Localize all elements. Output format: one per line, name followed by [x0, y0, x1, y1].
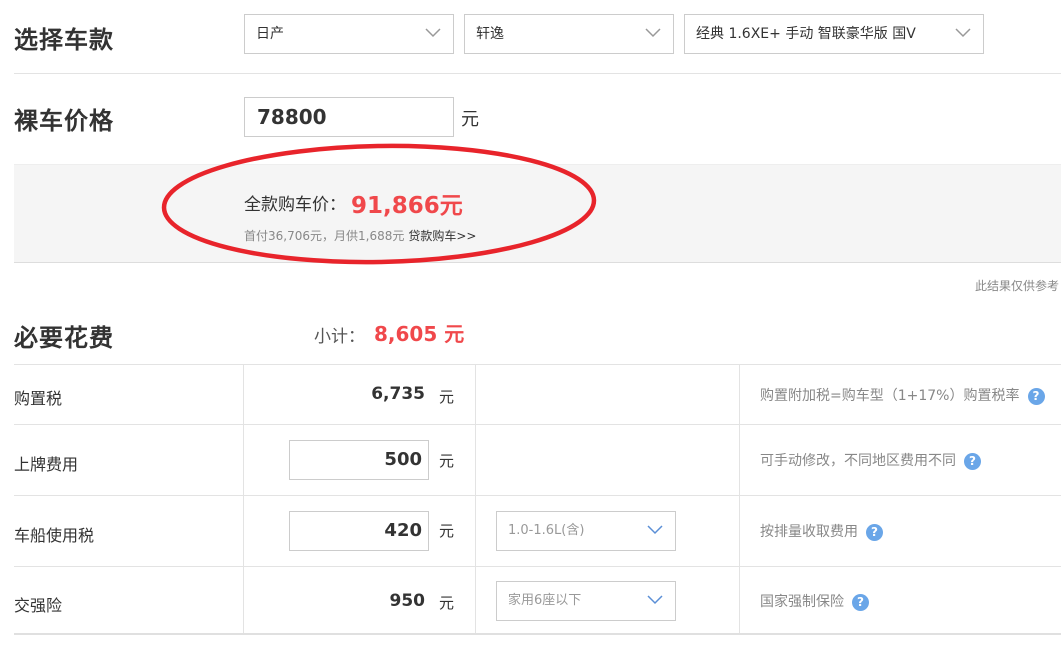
help-icon[interactable]: ? — [852, 593, 869, 611]
series-select[interactable]: 轩逸 — [464, 14, 674, 54]
subtotal-value: 8,605 元 — [374, 322, 465, 346]
vehicle-tax-unit: 元 — [439, 522, 455, 540]
bare-price-title: 裸车价格 — [14, 107, 114, 135]
displacement-select-value: 1.0-1.6L(含) — [508, 523, 585, 538]
chevron-down-icon — [647, 595, 663, 605]
bare-price-unit: 元 — [461, 109, 479, 130]
divider — [14, 73, 1061, 74]
vehicle-tax-hint: 按排量收取费用? — [760, 521, 883, 541]
displacement-select[interactable]: 1.0-1.6L(含) — [496, 511, 676, 551]
help-icon[interactable]: ? — [1027, 387, 1045, 405]
table-col-divider — [739, 364, 740, 634]
table-row-divider — [14, 364, 1061, 365]
purchase-tax-value: 6,735 — [371, 384, 425, 404]
compulsory-insurance-label: 交强险 — [14, 596, 63, 615]
select-car-title: 选择车款 — [14, 26, 114, 54]
compulsory-insurance-unit: 元 — [439, 594, 455, 612]
vehicle-tax-label: 车船使用税 — [14, 526, 95, 545]
seat-count-select[interactable]: 家用6座以下 — [496, 581, 676, 621]
series-select-value: 轩逸 — [476, 26, 504, 42]
vehicle-tax-input[interactable]: 420 — [289, 511, 429, 551]
chevron-down-icon — [955, 28, 971, 38]
plate-fee-hint-text: 可手动修改，不同地区费用不同 — [760, 453, 956, 469]
plate-fee-label: 上牌费用 — [14, 455, 79, 474]
bare-price-input[interactable]: 78800 — [244, 97, 454, 137]
model-select-value: 经典 1.6XE+ 手动 智联豪华版 国V — [696, 26, 916, 42]
table-row-divider — [14, 424, 1061, 425]
chevron-down-icon — [645, 28, 661, 38]
plate-fee-input[interactable]: 500 — [289, 440, 429, 480]
required-costs-title: 必要花费 — [14, 324, 114, 352]
table-row-divider — [14, 566, 1061, 567]
vehicle-tax-hint-text: 按排量收取费用 — [760, 524, 858, 540]
subtotal-label: 小计： — [314, 327, 365, 347]
help-icon[interactable]: ? — [964, 452, 981, 470]
chevron-down-icon — [425, 28, 441, 38]
compulsory-insurance-value: 950 — [389, 591, 426, 611]
brand-select-value: 日产 — [256, 26, 284, 42]
table-col-divider — [475, 364, 476, 634]
plate-fee-unit: 元 — [439, 452, 455, 470]
chevron-down-icon — [647, 525, 663, 535]
reference-note: 此结果仅供参考 — [974, 279, 1059, 293]
table-bottom-border — [14, 633, 1061, 635]
compulsory-insurance-hint: 国家强制保险? — [760, 591, 869, 611]
purchase-tax-unit: 元 — [439, 388, 455, 406]
model-select[interactable]: 经典 1.6XE+ 手动 智联豪华版 国V — [684, 14, 984, 54]
compulsory-insurance-hint-text: 国家强制保险 — [760, 594, 844, 610]
highlight-circle — [161, 143, 597, 265]
seat-count-select-value: 家用6座以下 — [508, 593, 582, 608]
purchase-tax-hint: 购置附加税=购车型（1+17%）购置税率? — [760, 385, 1045, 405]
purchase-tax-label: 购置税 — [14, 389, 63, 408]
plate-fee-hint: 可手动修改，不同地区费用不同? — [760, 450, 981, 470]
help-icon[interactable]: ? — [866, 523, 883, 541]
table-col-divider — [243, 364, 244, 634]
table-row-divider — [14, 495, 1061, 496]
brand-select[interactable]: 日产 — [244, 14, 454, 54]
purchase-tax-hint-text: 购置附加税=购车型（1+17%）购置税率 — [760, 388, 1020, 404]
